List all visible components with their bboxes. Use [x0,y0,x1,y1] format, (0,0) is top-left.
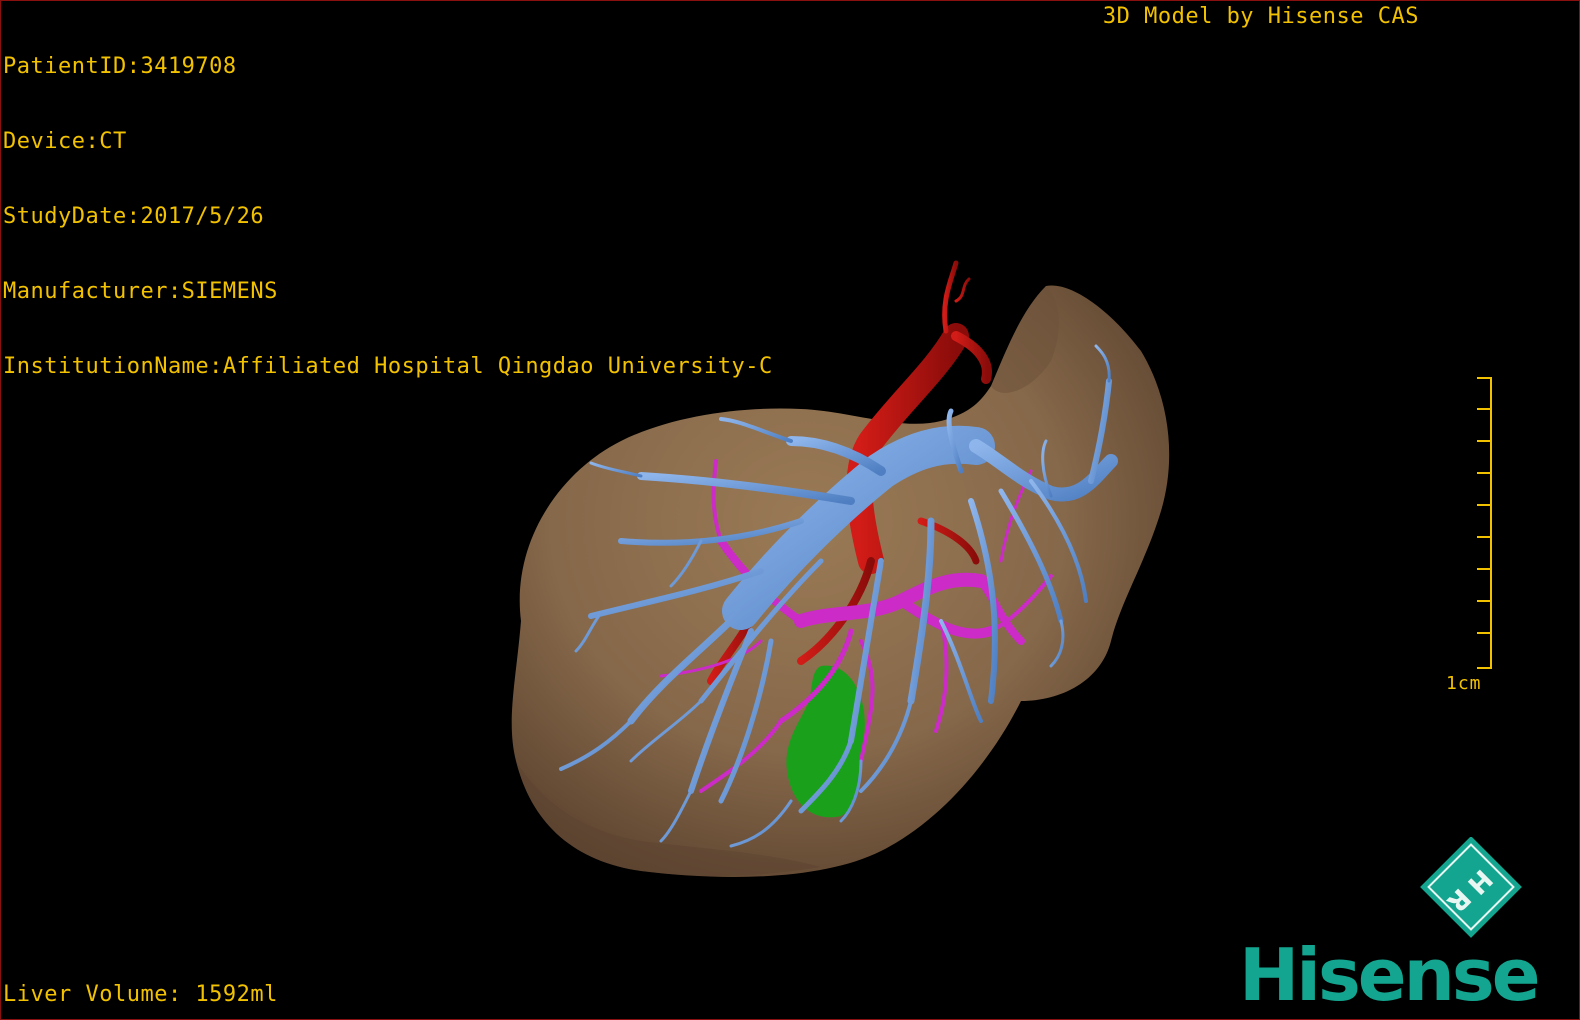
institution-name: InstitutionName:Affiliated Hospital Qing… [3,354,773,379]
model-credit: 3D Model by Hisense CAS [1102,4,1419,29]
3d-viewport[interactable]: PatientID:3419708 Device:CT StudyDate:20… [0,0,1580,1020]
study-date: StudyDate:2017/5/26 [3,204,265,229]
manufacturer: Manufacturer:SIEMENS [3,279,278,304]
hr-badge-icon: H R [1420,837,1522,938]
device: Device:CT [3,129,127,154]
hisense-logo: H R Hisense [1233,837,1573,1017]
scale-bar [1477,377,1492,669]
liver-volume: Liver Volume: 1592ml [3,982,278,1007]
scale-label: 1cm [1446,673,1482,694]
patient-info-panel: PatientID:3419708 Device:CT StudyDate:20… [3,4,773,429]
patient-id: PatientID:3419708 [3,54,237,79]
brand-name: Hisense [1239,933,1541,1017]
